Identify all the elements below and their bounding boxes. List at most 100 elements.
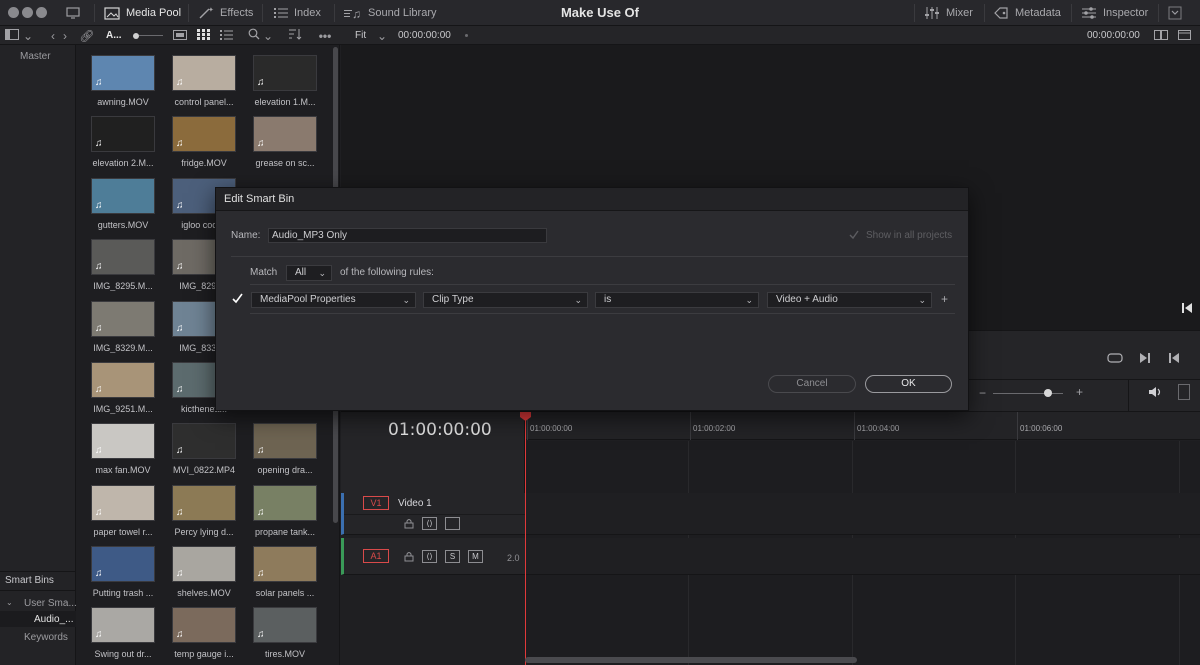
playhead-line[interactable] [525,414,526,665]
dual-viewer-button[interactable] [1153,28,1169,43]
media-pool-tab[interactable]: Media Pool [104,0,181,26]
search-dropdown[interactable]: ⌄ [263,28,273,43]
media-clip[interactable]: ♫IMG_9251.M... [90,362,156,418]
media-clip[interactable]: ♫tires.MOV [252,607,318,663]
metadata-tab[interactable]: Metadata [993,0,1061,26]
media-clip[interactable]: ♫elevation 2.M... [90,116,156,172]
media-clip[interactable]: ♫solar panels ... [252,546,318,602]
video-track-visibility-button[interactable] [445,517,460,530]
rule-operator-dropdown[interactable]: is ⌄ [595,292,759,308]
audio-lock-button[interactable] [404,551,414,565]
fullscreen-button[interactable] [1176,28,1192,43]
mixer-tab[interactable]: Mixer [924,0,973,26]
video-track-lane[interactable] [525,493,1200,535]
link-button[interactable]: 🔗︎ [80,28,94,43]
chevron-down-icon: ⌄ [574,293,582,307]
media-clip[interactable]: ♫propane tank... [252,485,318,541]
media-clip[interactable]: ♫gutters.MOV [90,178,156,234]
metadata-label: Metadata [1015,7,1061,19]
master-bin[interactable]: Master [20,51,51,62]
list-view-button[interactable] [218,28,234,43]
clip-thumbnail: ♫ [172,607,236,643]
media-clip[interactable]: ♫IMG_8329.M... [90,301,156,357]
sort-button[interactable] [287,28,303,43]
zoom-slider-handle[interactable] [1044,389,1052,397]
metadata-view-button[interactable] [172,28,188,43]
rule-property-dropdown[interactable]: MediaPool Properties ⌄ [251,292,416,308]
match-dropdown[interactable]: All ⌄ [286,265,332,281]
keywords-bin[interactable]: Keywords [24,632,68,643]
media-clip[interactable]: ♫control panel... [171,55,237,111]
audio-volume-button[interactable] [1148,386,1162,401]
audio-auto-select-button[interactable]: ⟨⟩ [422,550,437,563]
sound-library-label: Sound Library [368,7,437,19]
audio-track-lane[interactable] [525,538,1200,575]
media-clip[interactable]: ♫opening dra... [252,423,318,479]
media-clip[interactable]: ♫temp gauge i... [171,607,237,663]
play-next-button[interactable] [1139,352,1151,367]
audio-track-badge[interactable]: A1 [363,549,389,563]
jump-to-end-button[interactable] [1182,303,1192,316]
viewer-zoom-fit[interactable]: Fit [355,26,366,45]
media-clip[interactable]: ♫grease on sc... [252,116,318,172]
media-clip[interactable]: ♫max fan.MOV [90,423,156,479]
media-clip[interactable]: ♫paper towel r... [90,485,156,541]
thumbnail-size-slider[interactable] [133,33,139,39]
sound-library-tab[interactable]: ♫ Sound Library [344,0,437,26]
video-track-badge[interactable]: V1 [363,496,389,510]
effects-tab[interactable]: ✦ Effects [198,0,253,26]
media-clip[interactable]: ♫Percy lying d... [171,485,237,541]
media-clip[interactable]: ♫IMG_8295.M... [90,239,156,295]
media-clip[interactable]: ♫Swing out dr... [90,607,156,663]
user-smart-bins-folder[interactable]: User Sma... [24,598,77,609]
thumbnail-view-button[interactable] [195,28,211,43]
video-auto-select-button[interactable]: ⟨⟩ [422,517,437,530]
monitor-toggle-button[interactable] [66,0,80,26]
user-smart-bins-toggle[interactable]: ⌄ [6,597,13,608]
ok-button[interactable]: OK [865,375,952,393]
zoom-dropdown[interactable]: ⌄ [376,28,388,43]
zoom-out-button[interactable]: − [979,386,986,400]
window-close-button[interactable] [8,7,19,18]
clip-name: elevation 2.M... [84,158,162,168]
window-zoom-button[interactable] [36,7,47,18]
clip-name: IMG_8329.M... [84,343,162,353]
video-lock-button[interactable] [404,518,414,532]
forward-button[interactable]: › [60,28,70,43]
media-clip[interactable]: ♫Putting trash ... [90,546,156,602]
search-button[interactable] [247,28,261,43]
more-options-button[interactable]: ••• [316,28,334,43]
inspector-tab[interactable]: Inspector [1081,0,1148,26]
audio-mute-button[interactable]: M [468,550,483,563]
dual-viewer-icon [1154,29,1168,43]
panel-layout-button[interactable] [4,28,20,43]
timeline-horizontal-scrollbar[interactable] [525,657,857,663]
inspector-label: Inspector [1103,7,1148,19]
clip-name: propane tank... [246,527,324,537]
cancel-button[interactable]: Cancel [768,375,856,393]
audio-solo-button[interactable]: S [445,550,460,563]
add-rule-button[interactable]: + [941,292,948,306]
back-button[interactable]: ‹ [48,28,58,43]
rule-enabled-checkbox[interactable] [232,293,243,307]
zoom-slider-track[interactable] [993,393,1063,394]
rule-value-dropdown[interactable]: Video + Audio ⌄ [767,292,932,308]
timeline-ruler[interactable]: 01:00:00:0001:00:02:0001:00:04:0001:00:0… [525,412,1200,440]
loop-button[interactable] [1107,352,1123,367]
media-clip[interactable]: ♫MVI_0822.MP4 [171,423,237,479]
rule-field-dropdown[interactable]: Clip Type ⌄ [423,292,588,308]
media-clip[interactable]: ♫awning.MOV [90,55,156,111]
panel-layout-dropdown[interactable]: ⌄ [22,28,34,43]
expand-button[interactable] [1168,0,1182,26]
clip-thumbnail: ♫ [172,116,236,152]
media-clip[interactable]: ♫shelves.MOV [171,546,237,602]
index-tab[interactable]: Index [274,0,321,26]
smart-bin-name-input[interactable] [268,228,547,243]
window-minimize-button[interactable] [22,7,33,18]
jump-end-button[interactable] [1168,352,1180,367]
media-clip[interactable]: ♫elevation 1.M... [252,55,318,111]
media-clip[interactable]: ♫fridge.MOV [171,116,237,172]
audio-smart-bin[interactable]: Audio_... [0,611,76,627]
show-all-projects-checkbox[interactable] [848,229,860,241]
zoom-in-button[interactable]: + [1076,385,1083,399]
